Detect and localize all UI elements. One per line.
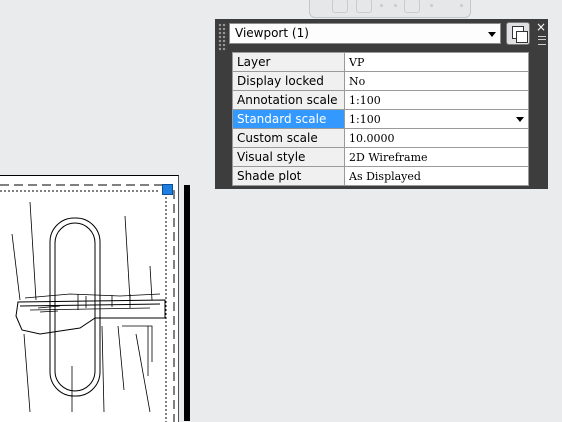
dropdown-arrow-icon[interactable]	[516, 117, 524, 122]
property-label: Custom scale	[232, 128, 345, 148]
property-label: Standard scale	[232, 109, 345, 129]
property-value[interactable]: 1:100	[344, 90, 529, 110]
pan-icon[interactable]	[332, 0, 348, 13]
property-label: Shade plot	[232, 166, 345, 186]
property-value-dropdown[interactable]: 1:100	[344, 109, 529, 129]
property-value[interactable]: 2D Wireframe	[344, 147, 529, 167]
property-row-shade-plot[interactable]: Shade plot As Displayed	[232, 166, 529, 186]
property-row-layer[interactable]: Layer VP	[232, 52, 529, 72]
grip-handle-icon[interactable]	[162, 184, 173, 195]
object-type-selector[interactable]: Viewport (1)	[229, 23, 501, 44]
object-type-label: Viewport (1)	[235, 26, 309, 40]
navigation-bar[interactable]	[309, 0, 471, 18]
orbit-icon[interactable]	[404, 0, 420, 13]
quick-select-button[interactable]	[506, 22, 530, 45]
property-label: Layer	[232, 52, 345, 72]
navigation-bar-icon	[460, 4, 463, 7]
property-value[interactable]: VP	[344, 52, 529, 72]
palette-drag-handle[interactable]	[218, 23, 227, 51]
property-row-custom-scale[interactable]: Custom scale 10.0000	[232, 128, 529, 148]
quick-select-icon	[516, 31, 528, 43]
close-icon[interactable]: ×	[536, 21, 546, 33]
property-label: Annotation scale	[232, 90, 345, 110]
navigation-bar-icon	[430, 4, 433, 7]
property-label: Visual style	[232, 147, 345, 167]
palette-menu-icon[interactable]	[538, 36, 546, 45]
navigation-bar-icon	[380, 4, 383, 7]
properties-table: Layer VP Display locked No Annotation sc…	[232, 52, 529, 186]
property-row-standard-scale[interactable]: Standard scale 1:100	[232, 109, 529, 129]
dropdown-arrow-icon[interactable]	[488, 32, 496, 37]
property-value[interactable]: No	[344, 71, 529, 91]
viewport-drawing[interactable]	[0, 176, 178, 422]
property-row-visual-style[interactable]: Visual style 2D Wireframe	[232, 147, 529, 167]
sheet-shadow	[184, 185, 190, 421]
zoom-icon[interactable]	[356, 0, 372, 13]
property-value: 1:100	[349, 112, 381, 126]
property-row-annotation-scale[interactable]: Annotation scale 1:100	[232, 90, 529, 110]
property-value[interactable]: 10.0000	[344, 128, 529, 148]
property-row-display-locked[interactable]: Display locked No	[232, 71, 529, 91]
layout-sheet[interactable]	[0, 175, 179, 422]
property-label: Display locked	[232, 71, 345, 91]
property-value[interactable]: As Displayed	[344, 166, 529, 186]
navigation-bar-icon	[394, 4, 397, 7]
